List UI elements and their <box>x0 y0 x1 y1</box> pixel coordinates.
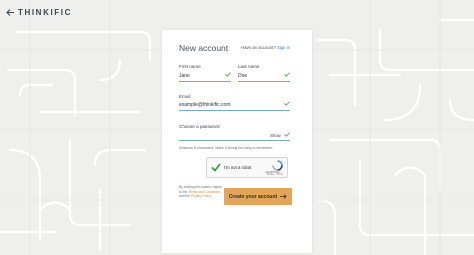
email-check-icon <box>284 101 290 106</box>
create-account-label: Create your account <box>228 193 278 200</box>
captcha-label: I'm not a robot <box>224 165 252 170</box>
show-password-toggle[interactable]: Show <box>270 133 281 138</box>
first-name-underline <box>179 81 231 82</box>
page-title: New account <box>179 43 229 53</box>
have-account-prompt: Have an account? Sign in <box>241 45 290 50</box>
first-name-input[interactable]: Jane <box>179 73 190 79</box>
password-underline <box>179 140 290 141</box>
last-name-underline <box>238 81 290 82</box>
top-bar: THINKIFIC <box>0 0 474 27</box>
sign-in-link[interactable]: Sign in <box>277 45 290 50</box>
last-name-label: Last name <box>238 64 260 69</box>
password-check-icon <box>284 132 290 137</box>
last-name-input[interactable]: Doe <box>238 73 247 79</box>
email-underline <box>179 110 290 111</box>
brand-logo[interactable]: THINKIFIC <box>18 8 72 17</box>
captcha-check-icon[interactable] <box>211 163 221 172</box>
password-hint: Minimum 8 characters. Make it strong but… <box>179 146 274 150</box>
recaptcha-logo-icon <box>272 160 283 171</box>
arrow-left-icon[interactable] <box>5 7 16 18</box>
signup-card: New account Have an account? Sign in Fir… <box>162 30 312 253</box>
terms-link[interactable]: Terms and Conditions <box>188 190 220 194</box>
arrow-right-icon <box>280 194 287 199</box>
have-account-text: Have an account? <box>241 45 276 50</box>
privacy-link[interactable]: Privacy Policy <box>191 194 212 198</box>
first-name-check-icon <box>225 72 231 77</box>
email-label: Email <box>179 94 191 99</box>
first-name-label: First name <box>179 64 201 69</box>
password-input[interactable] <box>179 133 267 139</box>
captcha-links[interactable]: Privacy - Terms <box>267 174 283 176</box>
create-account-button[interactable]: Create your account <box>224 188 292 205</box>
last-name-check-icon <box>284 72 290 77</box>
terms-and: and the <box>179 194 190 199</box>
recaptcha-widget[interactable]: I'm not a robot reCAPTCHA Privacy - Term… <box>206 157 288 178</box>
email-input[interactable]: example@thinkific.com <box>179 102 230 108</box>
terms-notice: By clicking this button I agree to the T… <box>179 185 223 199</box>
password-label: Choose a password <box>179 124 220 129</box>
